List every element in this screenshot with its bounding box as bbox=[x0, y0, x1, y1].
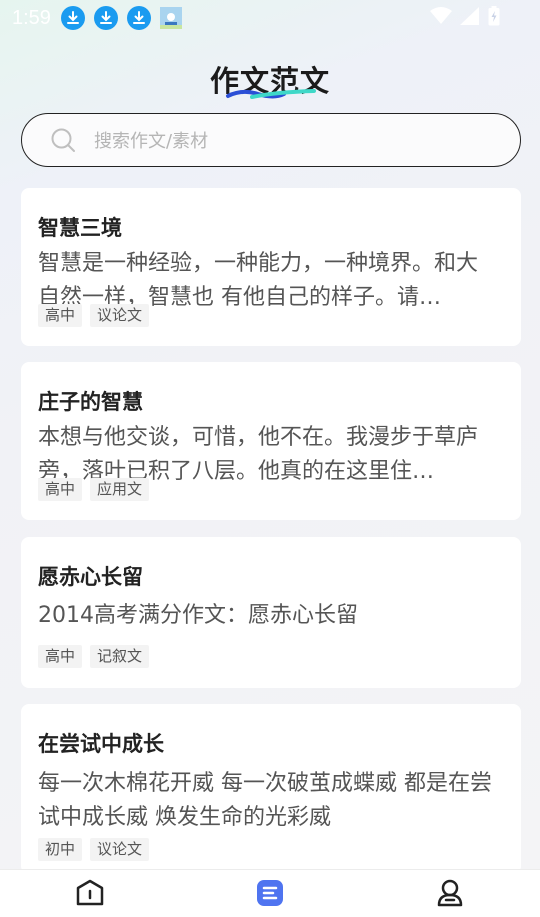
search-bar[interactable]: 搜索作文/素材 bbox=[21, 113, 521, 167]
tag-grade: 高中 bbox=[38, 304, 83, 327]
article-excerpt: 每一次木棉花开威 每一次破茧成蝶威 都是在尝试中成长威 焕发生命的光彩威 bbox=[38, 771, 492, 830]
download-icon bbox=[126, 6, 151, 30]
tag-grade: 初中 bbox=[38, 838, 83, 861]
tag-grade: 高中 bbox=[38, 478, 83, 501]
article-tags: 初中 议论文 bbox=[38, 838, 150, 861]
download-icon bbox=[60, 6, 85, 30]
article-card[interactable]: 庄子的智慧 本想与他交谈，可惜，他不在。我漫步于草庐旁，落叶已积了八层。他真的在… bbox=[21, 362, 521, 520]
home-icon bbox=[76, 879, 104, 906]
article-title: 智慧三境 bbox=[38, 216, 122, 240]
tag-genre: 应用文 bbox=[90, 478, 150, 501]
tag-genre: 议论文 bbox=[90, 838, 150, 861]
tab-home[interactable] bbox=[70, 878, 110, 912]
essay-list-icon bbox=[257, 880, 283, 906]
status-bar: 1:59 bbox=[0, 0, 540, 36]
article-excerpt: 2014高考满分作文：愿赤心长留 bbox=[38, 603, 358, 628]
article-card[interactable]: 在尝试中成长 每一次木棉花开威 每一次破茧成蝶威 都是在尝试中成长威 焕发生命的… bbox=[21, 704, 521, 874]
search-icon bbox=[51, 128, 75, 152]
tag-genre: 议论文 bbox=[90, 304, 150, 327]
article-card[interactable]: 愿赤心长留 2014高考满分作文：愿赤心长留 高中 记叙文 bbox=[21, 537, 521, 688]
article-title: 愿赤心长留 bbox=[38, 565, 143, 589]
article-tags: 高中 记叙文 bbox=[38, 645, 150, 668]
tag-grade: 高中 bbox=[38, 645, 83, 668]
download-icon bbox=[93, 6, 118, 30]
tab-profile[interactable] bbox=[430, 878, 470, 912]
status-time: 1:59 bbox=[12, 6, 51, 29]
bottom-tab-bar bbox=[0, 869, 540, 917]
article-tags: 高中 应用文 bbox=[38, 478, 150, 501]
article-title: 在尝试中成长 bbox=[38, 732, 164, 756]
battery-icon bbox=[488, 6, 500, 30]
tag-genre: 记叙文 bbox=[90, 645, 150, 668]
signal-icon bbox=[460, 7, 480, 29]
tab-essays[interactable] bbox=[250, 878, 290, 912]
article-card[interactable]: 智慧三境 智慧是一种经验，一种能力，一种境界。和大自然一样，智慧也 有他自己的样… bbox=[21, 188, 521, 346]
article-tags: 高中 议论文 bbox=[38, 304, 150, 327]
app-thumbnail-icon bbox=[159, 7, 182, 29]
search-input[interactable]: 搜索作文/素材 bbox=[94, 127, 208, 153]
article-title: 庄子的智慧 bbox=[38, 390, 143, 414]
title-underline-decoration bbox=[226, 89, 316, 99]
wifi-icon bbox=[430, 7, 452, 29]
profile-icon bbox=[437, 879, 463, 907]
